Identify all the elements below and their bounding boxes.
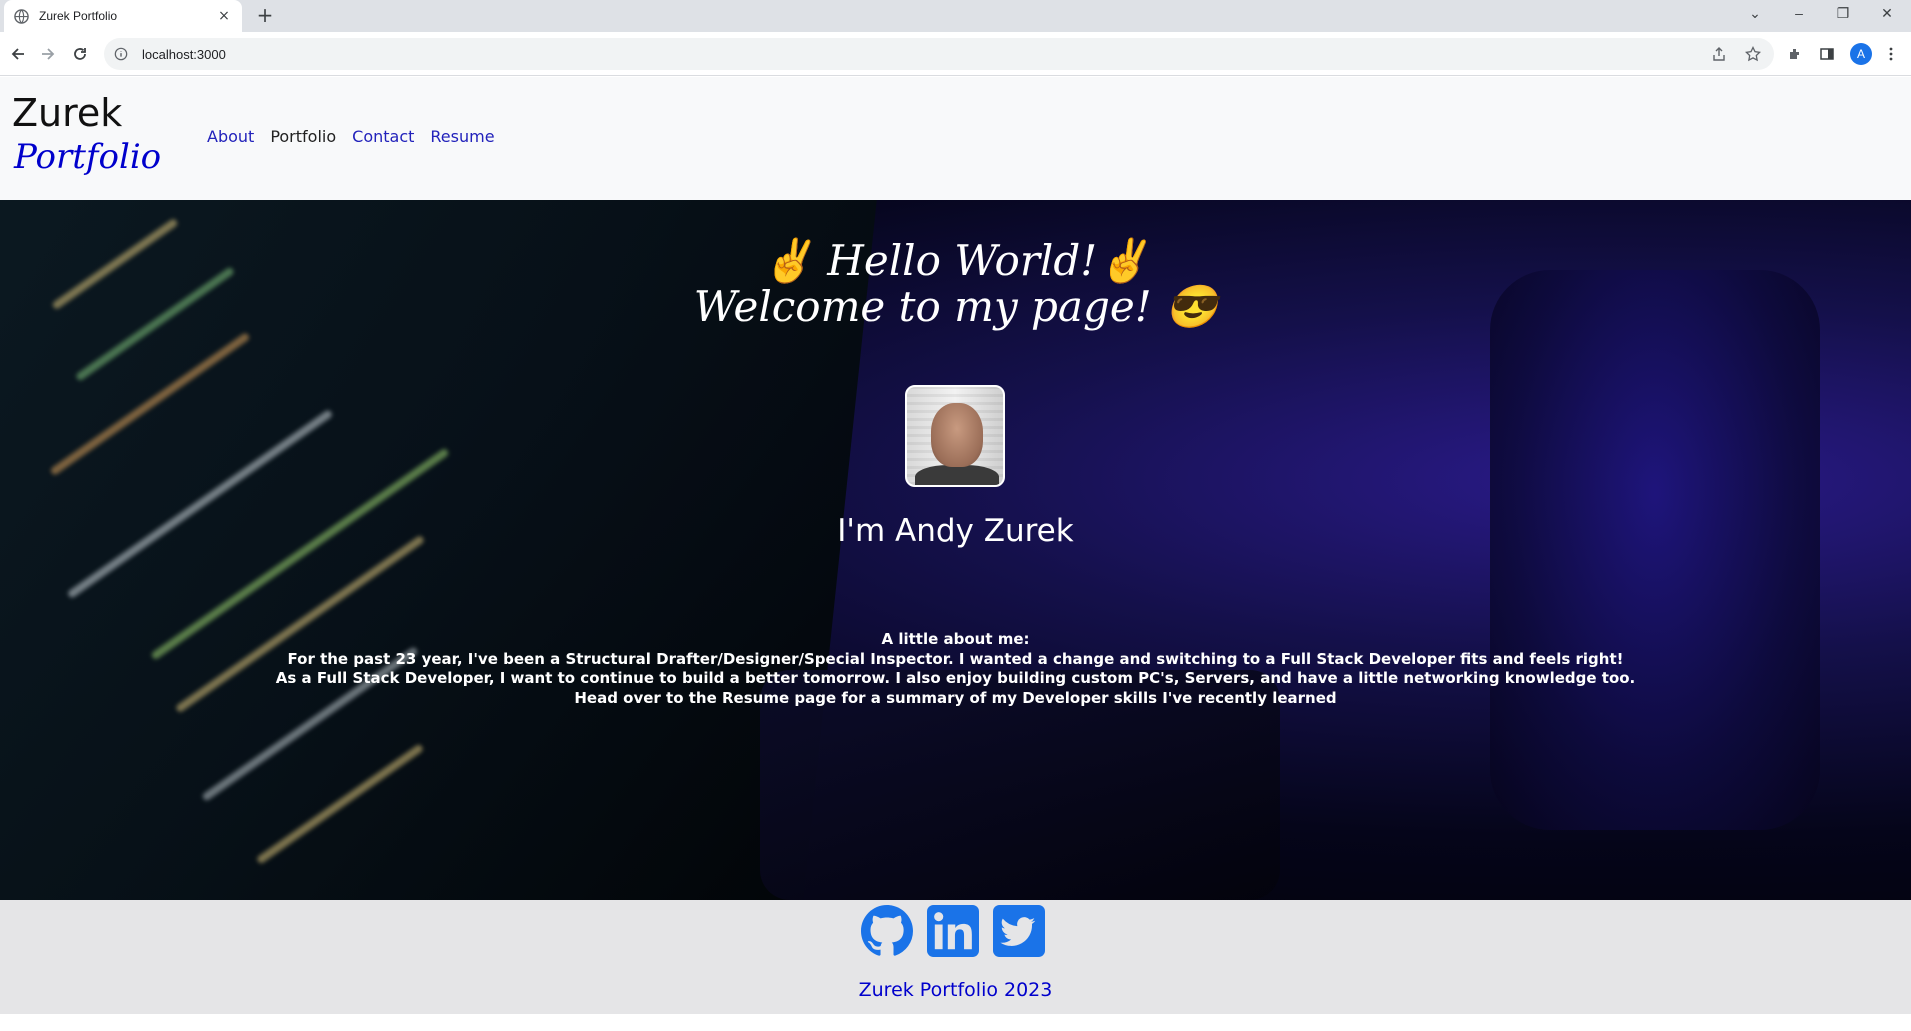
address-bar[interactable]: localhost:3000 (104, 38, 1774, 70)
site-info-icon[interactable] (114, 46, 130, 62)
extensions-icon[interactable] (1786, 45, 1804, 63)
globe-icon (14, 8, 29, 24)
hero-content: ✌️ Hello World!✌️ Welcome to my page! 😎 … (0, 200, 1911, 900)
brand-subtitle[interactable]: Portfolio (14, 137, 161, 177)
hero-name-heading: I'm Andy Zurek (837, 513, 1074, 549)
restore-button[interactable]: ❐ (1821, 0, 1865, 28)
nav-link-about[interactable]: About (207, 127, 254, 146)
nav-link-contact[interactable]: Contact (352, 127, 414, 146)
back-icon[interactable] (6, 42, 30, 66)
forward-icon[interactable] (36, 42, 60, 66)
hero-section: ✌️ Hello World!✌️ Welcome to my page! 😎 … (0, 200, 1911, 900)
minimize-button[interactable]: – (1777, 0, 1821, 28)
about-line: As a Full Stack Developer, I want to con… (275, 669, 1636, 687)
twitter-icon[interactable] (992, 904, 1046, 958)
greeting-line-2: Welcome to my page! 😎 (693, 282, 1218, 331)
about-text: A little about me: For the past 23 year,… (0, 630, 1911, 708)
profile-photo (905, 385, 1005, 487)
close-window-button[interactable]: ✕ (1865, 0, 1909, 28)
social-links (860, 904, 1046, 958)
photo-shirt (915, 465, 999, 485)
tab-close-icon[interactable]: × (216, 8, 232, 24)
nav-link-portfolio[interactable]: Portfolio (270, 127, 336, 146)
bookmark-star-icon[interactable] (1744, 45, 1762, 63)
browser-tab-strip: Zurek Portfolio × + ⌄ – ❐ ✕ (0, 0, 1911, 32)
menu-kebab-icon[interactable] (1882, 45, 1900, 63)
browser-tab[interactable]: Zurek Portfolio × (4, 0, 242, 32)
browser-toolbar: localhost:3000 A (0, 32, 1911, 76)
tab-title: Zurek Portfolio (39, 9, 118, 23)
share-icon[interactable] (1710, 45, 1728, 63)
profile-avatar[interactable]: A (1850, 43, 1872, 65)
about-line: For the past 23 year, I've been a Struct… (287, 649, 1624, 668)
reload-icon[interactable] (68, 42, 92, 66)
photo-face (931, 403, 983, 467)
linkedin-icon[interactable] (926, 904, 980, 958)
site-header: Zurek Portfolio About Portfolio Contact … (0, 77, 1911, 200)
site-footer: Zurek Portfolio 2023 (0, 900, 1911, 1014)
about-line: Head over to the Resume page for a summa… (574, 688, 1337, 707)
url-text: localhost:3000 (142, 46, 226, 62)
side-panel-icon[interactable] (1818, 45, 1836, 63)
nav-link-resume[interactable]: Resume (430, 127, 494, 146)
new-tab-button[interactable]: + (252, 4, 278, 28)
page-bottom-area (0, 1014, 1911, 1031)
github-icon[interactable] (860, 904, 914, 958)
tab-search-icon[interactable]: ⌄ (1733, 0, 1777, 28)
about-line: A little about me: (881, 630, 1030, 648)
greeting-line-1: ✌️ Hello World!✌️ (761, 236, 1150, 285)
footer-copyright: Zurek Portfolio 2023 (858, 979, 1053, 1001)
main-nav: About Portfolio Contact Resume (207, 127, 495, 146)
brand-name[interactable]: Zurek (12, 91, 122, 135)
